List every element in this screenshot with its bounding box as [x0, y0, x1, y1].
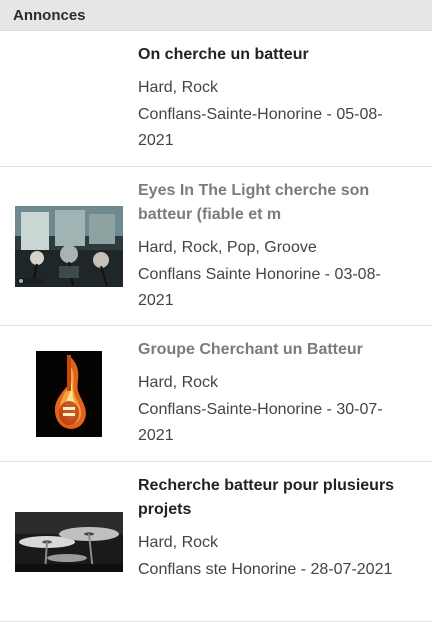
listing-thumbnail[interactable]	[0, 167, 138, 325]
listing-thumbnail[interactable]	[0, 326, 138, 461]
listing-thumbnail-empty	[0, 31, 138, 166]
listing-location-date: Conflans ste Honorine - 28-07-2021	[138, 561, 393, 578]
listing-tags: Hard, Rock, Pop, Groove	[138, 239, 317, 256]
listing-tags: Hard, Rock	[138, 374, 219, 391]
listing-location-date: Conflans-Sainte-Honorine - 05-08-2021	[138, 106, 383, 149]
flaming-guitar-photo	[36, 350, 102, 437]
band-room-photo	[15, 205, 123, 287]
listing-item[interactable]: On cherche un batteur Hard, Rock Conflan…	[0, 31, 432, 167]
listing-text: Recherche batteur pour plusieurs projets…	[138, 462, 432, 621]
cymbals-photo	[15, 511, 123, 572]
page: Annonces On cherche un batteur Hard, Roc…	[0, 0, 432, 622]
listing-title[interactable]: Recherche batteur pour plusieurs projets	[138, 474, 416, 522]
listing-title[interactable]: Eyes In The Light cherche son batteur (f…	[138, 179, 416, 227]
listing-text: Eyes In The Light cherche son batteur (f…	[138, 167, 432, 325]
listing-item[interactable]: Recherche batteur pour plusieurs projets…	[0, 462, 432, 622]
listing-item[interactable]: Groupe Cherchant un Batteur Hard, Rock C…	[0, 326, 432, 462]
listing-text: Groupe Cherchant un Batteur Hard, Rock C…	[138, 326, 432, 461]
listing-location-date: Conflans-Sainte-Honorine - 30-07-2021	[138, 401, 383, 444]
listing-item[interactable]: Eyes In The Light cherche son batteur (f…	[0, 167, 432, 326]
listing-tags: Hard, Rock	[138, 534, 219, 551]
listing-location-date: Conflans Sainte Honorine - 03-08-2021	[138, 266, 381, 309]
listing-text: On cherche un batteur Hard, Rock Conflan…	[138, 31, 432, 166]
page-title: Annonces	[13, 6, 86, 24]
listing-title[interactable]: Groupe Cherchant un Batteur	[138, 338, 416, 362]
page-header: Annonces	[0, 0, 432, 31]
listing-tags: Hard, Rock	[138, 79, 219, 96]
listing-title[interactable]: On cherche un batteur	[138, 43, 416, 67]
listing-thumbnail[interactable]	[0, 462, 138, 621]
